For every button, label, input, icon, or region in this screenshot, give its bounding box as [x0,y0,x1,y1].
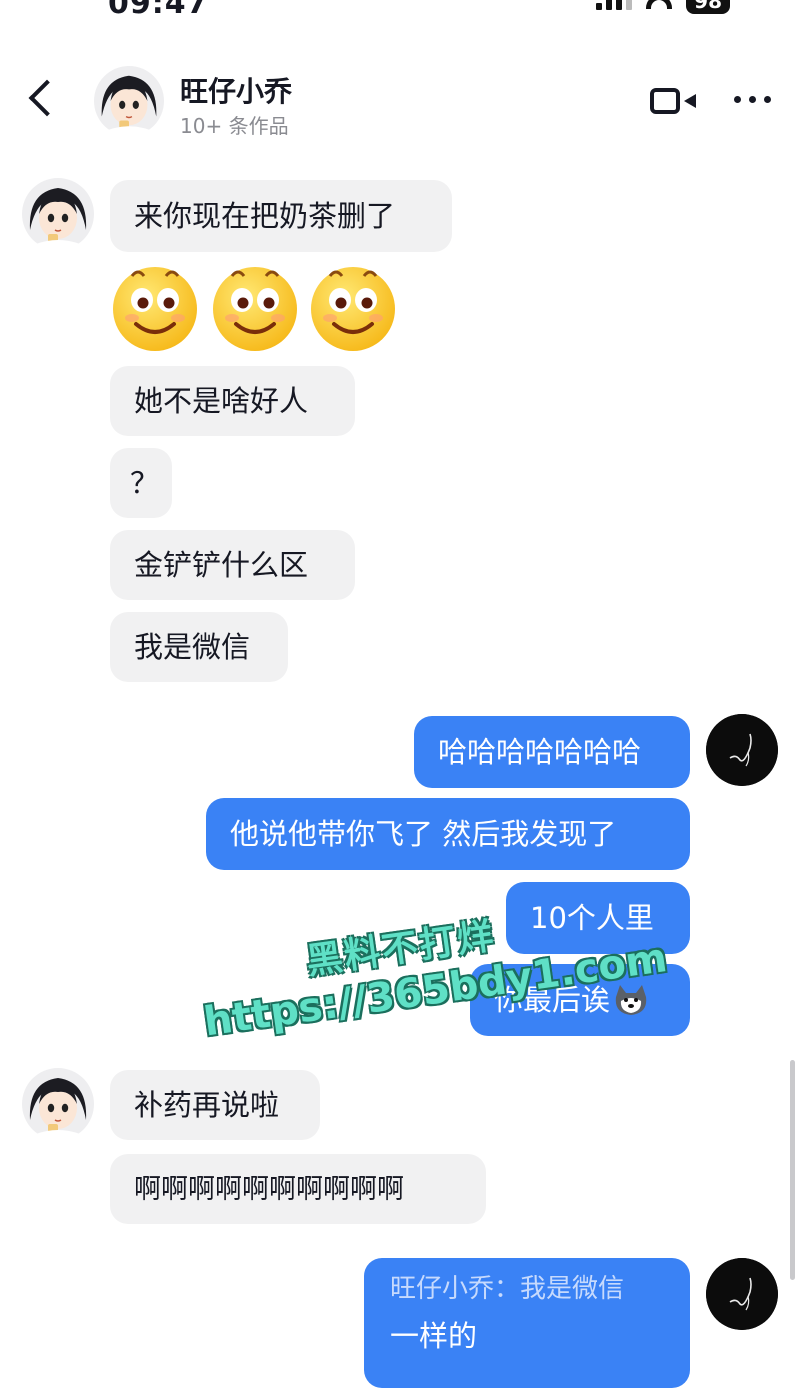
video-call-icon[interactable] [650,88,696,114]
my-avatar[interactable] [706,1258,778,1330]
smiling-face-emoji [210,262,300,352]
message-bubble-incoming[interactable]: 金铲铲什么区 [110,530,355,600]
works-count[interactable]: 10+ 条作品 [180,110,289,139]
contact-avatar[interactable] [22,1068,94,1140]
battery-icon: 98 [686,0,730,14]
message-bubble-incoming[interactable]: 来你现在把奶茶删了 [110,180,452,252]
scrollbar[interactable] [790,1060,795,1280]
message-text: 你最后诶 [494,982,611,1017]
message-bubble-incoming[interactable]: 她不是啥好人 [110,366,355,436]
contact-avatar[interactable] [22,178,94,250]
smiling-face-emoji [308,262,398,352]
chat-header: 旺仔小乔 10+ 条作品 [0,58,800,148]
message-bubble-outgoing[interactable]: 你最后诶 [470,964,690,1036]
wifi-icon [646,0,673,9]
message-bubble-incoming[interactable]: 啊啊啊啊啊啊啊啊啊啊 [110,1154,486,1224]
contact-name[interactable]: 旺仔小乔 [180,70,292,110]
contact-avatar[interactable] [94,66,164,136]
message-bubble-incoming[interactable]: 我是微信 [110,612,288,682]
my-avatar[interactable] [706,714,778,786]
signal-icon [596,0,633,10]
message-bubble-outgoing[interactable]: 哈哈哈哈哈哈哈 [414,716,690,788]
message-bubble-outgoing[interactable]: 10个人里 [506,882,690,954]
smiling-face-emoji [110,262,200,352]
message-bubble-outgoing[interactable]: 他说他带你飞了 然后我发现了 [206,798,690,870]
chevron-left-icon[interactable] [28,79,66,117]
husky-dog-emoji [615,985,647,1015]
message-bubble-incoming[interactable]: ？ [110,448,172,518]
message-text: 一样的 [390,1319,478,1353]
message-bubble-incoming[interactable]: 补药再说啦 [110,1070,320,1140]
quoted-message[interactable]: 旺仔小乔：我是微信 [390,1276,624,1302]
watermark-line1: 黑料不打烊 [303,915,498,983]
status-icons: 98 [596,0,730,14]
status-time: 09:47 [108,0,209,21]
more-dots-icon[interactable] [734,96,771,103]
